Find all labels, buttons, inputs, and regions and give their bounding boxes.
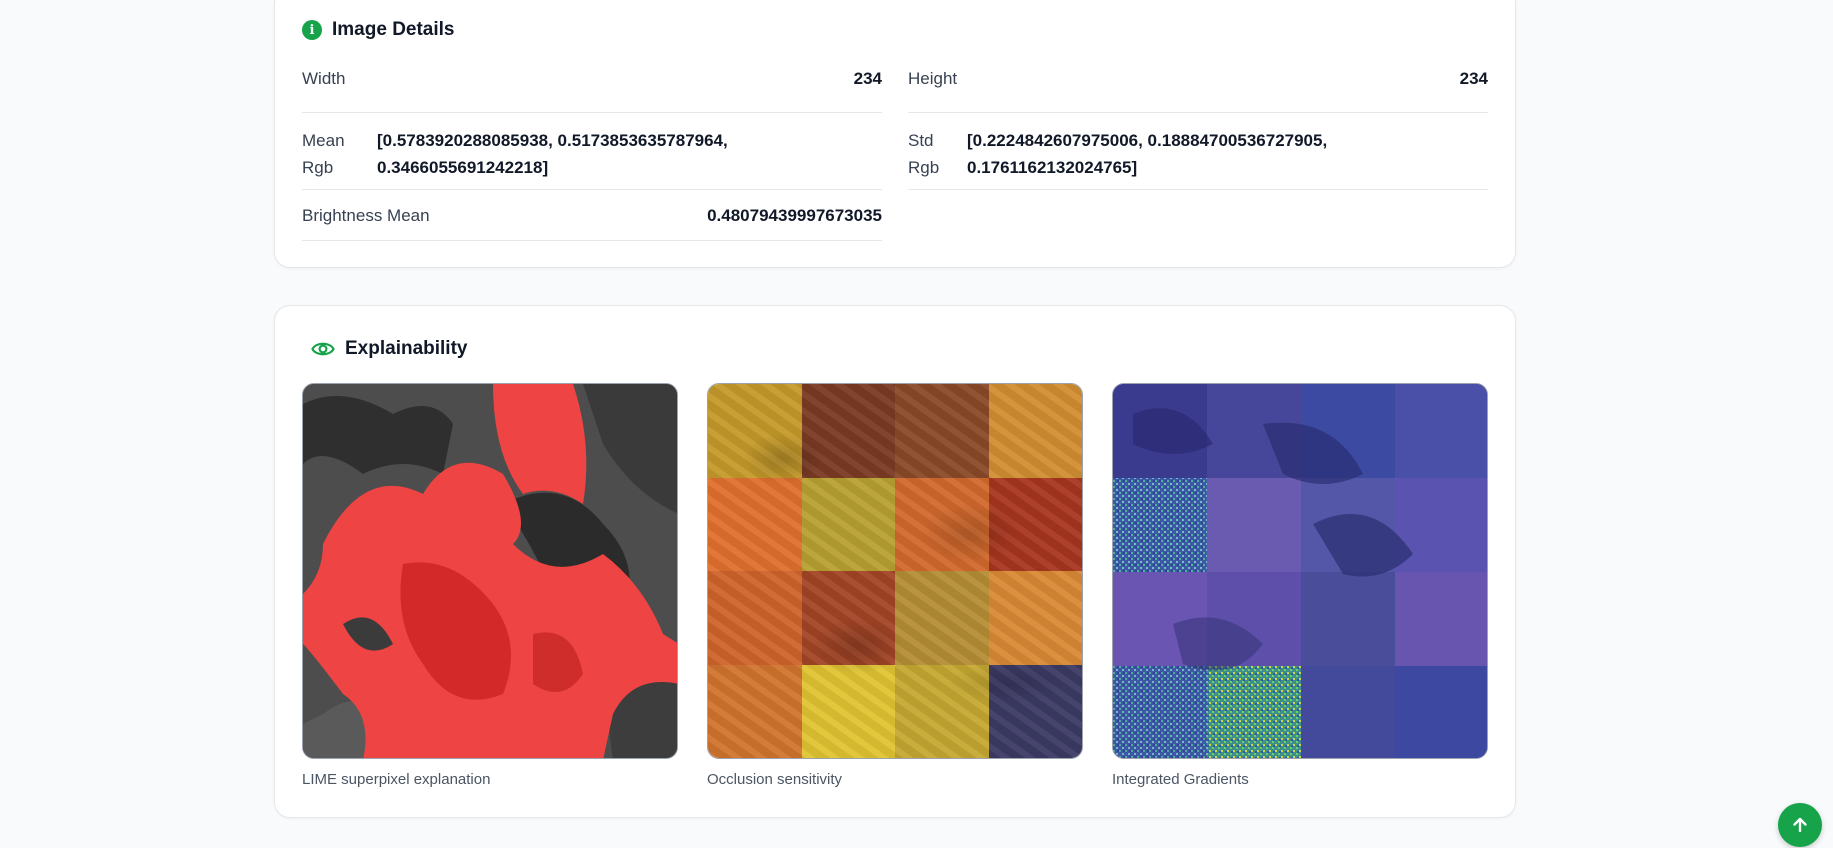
height-value: 234 xyxy=(1459,69,1488,88)
std-rgb-value-line2: 0.1761162132024765] xyxy=(967,158,1138,177)
height-label: Height xyxy=(908,69,958,88)
detail-row-mean-rgb: Mean Rgb [0.5783920288085938, 0.51738536… xyxy=(302,113,882,190)
mean-rgb-value-line2: 0.3466055691242218] xyxy=(377,158,549,177)
ig-item: Integrated Gradients xyxy=(1112,383,1488,788)
mean-rgb-value-line1: [0.5783920288085938, 0.5173853635787964, xyxy=(377,131,728,150)
ig-overlay xyxy=(1113,384,1487,758)
occlusion-item: Occlusion sensitivity xyxy=(707,383,1083,788)
explainability-header: Explainability xyxy=(311,338,467,360)
lime-overlay xyxy=(303,384,677,758)
brightness-value: 0.48079439997673035 xyxy=(707,206,882,225)
detail-row-brightness: Brightness Mean 0.48079439997673035 xyxy=(302,190,882,241)
lime-caption: LIME superpixel explanation xyxy=(302,771,491,788)
detail-row-height: Height 234 xyxy=(908,65,1488,113)
image-details-title: Image Details xyxy=(332,19,455,40)
integrated-gradients-image xyxy=(1112,383,1488,759)
lime-item: LIME superpixel explanation xyxy=(302,383,678,788)
mean-rgb-label-line2: Rgb xyxy=(302,158,334,177)
details-column-left: Width 234 Mean Rgb [0.5783920288085938, … xyxy=(302,65,882,241)
detail-row-std-rgb: Std Rgb [0.2224842607975006, 0.188847005… xyxy=(908,113,1488,190)
mean-rgb-value: [0.5783920288085938, 0.5173853635787964,… xyxy=(377,127,882,181)
brightness-label: Brightness Mean xyxy=(302,206,430,225)
ig-caption: Integrated Gradients xyxy=(1112,771,1249,788)
info-icon: i xyxy=(302,20,322,40)
explainability-title: Explainability xyxy=(345,338,468,359)
width-label: Width xyxy=(302,69,346,88)
detail-row-width: Width 234 xyxy=(302,65,882,113)
explainability-card: Explainability LIME superpixel explanati… xyxy=(274,305,1516,818)
arrow-up-icon xyxy=(1793,817,1807,833)
image-details-header: i Image Details xyxy=(302,19,455,41)
std-rgb-label-line2: Rgb xyxy=(908,158,940,177)
occlusion-grid xyxy=(708,384,1082,758)
mean-rgb-label-line1: Mean xyxy=(302,131,345,150)
std-rgb-label-line1: Std xyxy=(908,131,934,150)
mean-rgb-label: Mean Rgb xyxy=(302,127,377,181)
scroll-to-top-button[interactable] xyxy=(1778,803,1822,847)
width-value: 234 xyxy=(853,69,882,88)
occlusion-sensitivity-image xyxy=(707,383,1083,759)
std-rgb-value: [0.2224842607975006, 0.18884700536727905… xyxy=(967,127,1488,181)
image-details-card: i Image Details Width 234 Mean Rgb [0.57… xyxy=(274,0,1516,268)
details-column-right: Height 234 Std Rgb [0.2224842607975006, … xyxy=(908,65,1488,190)
lime-superpixel-image xyxy=(302,383,678,759)
std-rgb-label: Std Rgb xyxy=(908,127,967,181)
std-rgb-value-line1: [0.2224842607975006, 0.18884700536727905… xyxy=(967,131,1328,150)
eye-icon xyxy=(311,342,335,356)
occlusion-caption: Occlusion sensitivity xyxy=(707,771,843,788)
explainability-images: LIME superpixel explanation Occlusion se… xyxy=(302,383,1488,788)
